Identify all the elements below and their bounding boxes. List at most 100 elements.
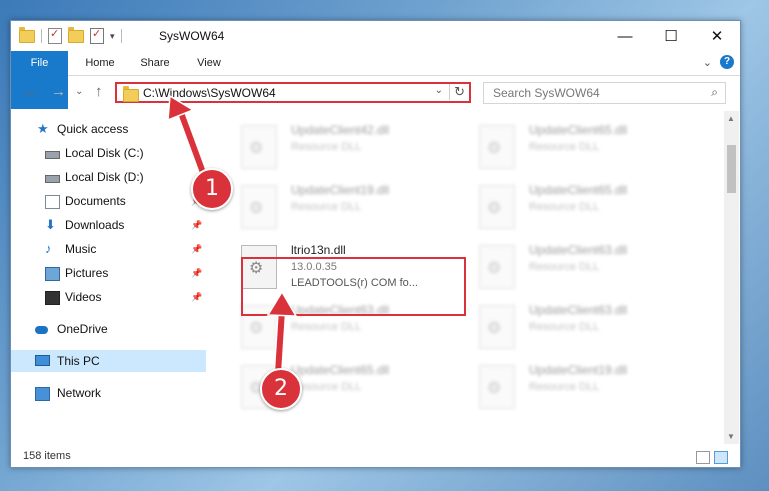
properties-icon[interactable] — [48, 27, 62, 44]
file-name: UpdateClient63.dll — [529, 243, 628, 257]
sidebar-item-label: Pictures — [65, 266, 109, 280]
scroll-down-icon[interactable]: ▼ — [727, 432, 735, 441]
refresh-icon[interactable]: ↻ — [449, 84, 465, 100]
sidebar-item-this-pc[interactable]: This PC — [11, 350, 206, 372]
pin-icon[interactable]: 📌 — [191, 262, 202, 284]
music-note-icon: ♪ — [45, 241, 52, 256]
dll-file-icon — [241, 185, 277, 229]
scroll-thumb[interactable] — [727, 145, 736, 193]
window-title: SysWOW64 — [159, 29, 225, 43]
file-name: UpdateClient65.dll — [529, 123, 628, 137]
details-view-icon[interactable] — [696, 451, 710, 464]
sidebar-item-label: Downloads — [65, 218, 125, 232]
file-type: Resource DLL — [529, 261, 600, 273]
sidebar-item-videos[interactable]: Videos 📌 — [11, 286, 206, 308]
sidebar-item-onedrive[interactable]: OneDrive — [11, 318, 206, 340]
file-name: ltrio13n.dll — [291, 243, 346, 257]
customize-toolbar-icon[interactable]: ▾ — [110, 31, 115, 42]
navigation-bar: ← → ⌄ ↑ C:\Windows\SysWOW64 ⌄ ↻ Search S… — [11, 76, 740, 110]
documents-icon — [45, 195, 60, 209]
sidebar-item-label: Videos — [65, 290, 102, 304]
pin-icon[interactable]: 📌 — [191, 214, 202, 236]
close-button[interactable]: ✕ — [694, 21, 740, 51]
sidebar-item-downloads[interactable]: ⬇ Downloads 📌 — [11, 214, 206, 236]
checklist-icon[interactable] — [90, 27, 104, 44]
file-type: Resource DLL — [529, 201, 600, 213]
download-arrow-icon: ⬇ — [45, 217, 56, 232]
list-item[interactable]: UpdateClient65.dll Resource DLL — [467, 181, 687, 239]
ribbon-tabs: File Home Share View ⌄ ? — [11, 51, 740, 109]
maximize-button[interactable]: ☐ — [648, 21, 694, 51]
search-placeholder[interactable]: Search SysWOW64 — [493, 86, 600, 100]
sidebar-item-label: Network — [57, 386, 102, 400]
file-name: UpdateClient19.dll — [529, 363, 628, 377]
sidebar-item-pictures[interactable]: Pictures 📌 — [11, 262, 206, 284]
list-item[interactable]: UpdateClient63.dll Resource DLL — [467, 301, 687, 359]
file-name: UpdateClient65.dll — [529, 183, 628, 197]
sidebar-item-label: Quick access — [57, 122, 129, 136]
pin-icon[interactable]: 📌 — [191, 238, 202, 260]
network-icon — [35, 387, 50, 401]
list-item[interactable]: UpdateClient42.dll Resource DLL — [229, 121, 449, 179]
tab-home[interactable]: Home — [81, 51, 119, 75]
file-name: UpdateClient19.dll — [291, 183, 390, 197]
sidebar-item-documents[interactable]: Documents 📌 — [11, 190, 206, 212]
computer-icon — [35, 355, 50, 366]
scroll-up-icon[interactable]: ▲ — [727, 114, 735, 123]
sidebar-item-label: Documents — [65, 194, 126, 208]
highlight-box — [241, 257, 466, 316]
tab-share[interactable]: Share — [137, 51, 173, 75]
search-box[interactable]: Search SysWOW64 ⌕ — [483, 82, 726, 104]
new-folder-icon[interactable] — [68, 26, 84, 43]
back-icon[interactable]: ← — [23, 83, 38, 100]
help-icon[interactable]: ? — [720, 55, 734, 69]
drive-icon — [45, 151, 60, 159]
dll-file-icon — [479, 365, 515, 409]
tab-view[interactable]: View — [195, 51, 223, 75]
step-badge-1: 1 — [191, 168, 233, 210]
address-path[interactable]: C:\Windows\SysWOW64 — [143, 86, 276, 100]
sidebar-item-label: This PC — [57, 354, 100, 368]
dll-file-icon — [479, 245, 515, 289]
sidebar-item-local-disk-d[interactable]: Local Disk (D:) — [11, 166, 206, 188]
list-item[interactable]: UpdateClient65.dll Resource DLL — [467, 121, 687, 179]
folder-icon — [123, 86, 139, 102]
drive-icon — [45, 175, 60, 183]
list-item[interactable]: UpdateClient19.dll Resource DLL — [229, 181, 449, 239]
navigation-pane: ★ Quick access Local Disk (C:) Local Dis… — [11, 116, 206, 446]
sidebar-item-quick-access[interactable]: ★ Quick access — [11, 118, 206, 140]
pin-icon[interactable]: 📌 — [191, 286, 202, 308]
sidebar-item-network[interactable]: Network — [11, 382, 206, 404]
address-dropdown-icon[interactable]: ⌄ — [435, 85, 443, 96]
expand-ribbon-icon[interactable]: ⌄ — [703, 56, 712, 69]
up-icon[interactable]: ↑ — [95, 83, 103, 100]
dll-file-icon — [241, 125, 277, 169]
forward-icon[interactable]: → — [51, 83, 66, 100]
sidebar-item-local-disk-c[interactable]: Local Disk (C:) — [11, 142, 206, 164]
sidebar-item-label: Local Disk (C:) — [65, 146, 144, 160]
large-icons-view-icon[interactable] — [714, 451, 728, 464]
item-count: 158 items — [23, 450, 71, 462]
minimize-button[interactable]: — — [602, 21, 648, 51]
cloud-icon — [35, 326, 48, 334]
list-item[interactable]: UpdateClient63.dll Resource DLL — [467, 241, 687, 299]
dll-file-icon — [479, 125, 515, 169]
toolbar-divider — [120, 29, 122, 43]
file-type: Resource DLL — [291, 201, 362, 213]
vertical-scrollbar[interactable]: ▲ ▼ — [724, 111, 739, 444]
address-bar[interactable]: C:\Windows\SysWOW64 ⌄ ↻ — [115, 82, 471, 103]
film-icon — [45, 291, 60, 305]
pictures-icon — [45, 267, 60, 281]
step-badge-2: 2 — [260, 368, 302, 410]
file-type: Resource DLL — [529, 141, 600, 153]
quick-access-toolbar: ▾ — [19, 26, 122, 44]
search-icon[interactable]: ⌕ — [711, 85, 718, 100]
sidebar-item-label: OneDrive — [57, 322, 108, 336]
folder-icon — [19, 26, 35, 43]
file-type: Resource DLL — [291, 321, 362, 333]
list-item[interactable]: UpdateClient19.dll Resource DLL — [467, 361, 687, 419]
recent-locations-icon[interactable]: ⌄ — [75, 86, 83, 97]
file-name: UpdateClient65.dll — [291, 363, 390, 377]
sidebar-item-label: Local Disk (D:) — [65, 170, 144, 184]
sidebar-item-music[interactable]: ♪ Music 📌 — [11, 238, 206, 260]
